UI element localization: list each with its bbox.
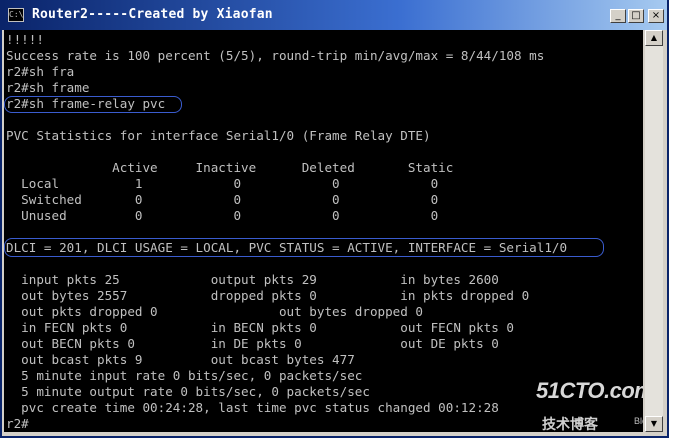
console-icon[interactable]: C:\ <box>8 8 24 22</box>
console-line: pvc create time 00:24:28, last time pvc … <box>6 400 499 415</box>
vertical-scrollbar[interactable]: ▲ ▼ <box>645 30 663 432</box>
console-line: 5 minute output rate 0 bits/sec, 0 packe… <box>6 384 370 399</box>
console-line: r2#sh fra <box>6 64 75 79</box>
console-line: Success rate is 100 percent (5/5), round… <box>6 48 545 63</box>
console-line: out bytes 2557 dropped pkts 0 in pkts dr… <box>6 288 530 303</box>
console-line: Local 1 0 0 0 <box>6 176 439 191</box>
title-bar[interactable]: C:\ Router2-----Created by Xiaofan _ □ × <box>2 0 667 30</box>
maximize-button[interactable]: □ <box>628 9 644 23</box>
console-line: out pkts dropped 0 out bytes dropped 0 <box>6 304 424 319</box>
console-line: 5 minute input rate 0 bits/sec, 0 packet… <box>6 368 363 383</box>
console-line: out BECN pkts 0 in DE pkts 0 out DE pkts… <box>6 336 499 351</box>
minimize-button[interactable]: _ <box>610 9 626 23</box>
close-button[interactable]: × <box>648 9 664 23</box>
console-line: in FECN pkts 0 in BECN pkts 0 out FECN p… <box>6 320 514 335</box>
scroll-up-icon[interactable]: ▲ <box>645 30 663 46</box>
console-line: Active Inactive Deleted Static <box>6 160 454 175</box>
command-highlight <box>4 96 182 113</box>
console-line: Switched 0 0 0 0 <box>6 192 439 207</box>
console-line: input pkts 25 output pkts 29 in bytes 26… <box>6 272 499 287</box>
watermark: 51CTO.com 技术博客 Blog <box>536 376 643 432</box>
console-line: r2# <box>6 416 29 431</box>
watermark-blog: Blog <box>634 416 643 426</box>
scroll-down-icon[interactable]: ▼ <box>645 416 663 432</box>
console-line: r2#sh frame <box>6 80 90 95</box>
console-line: out bcast pkts 9 out bcast bytes 477 <box>6 352 355 367</box>
console-line: Unused 0 0 0 0 <box>6 208 439 223</box>
dlci-highlight <box>4 238 604 257</box>
console-line: !!!!! <box>6 32 44 47</box>
window-title: Router2-----Created by Xiaofan <box>32 7 273 22</box>
watermark-logo: 51CTO.com <box>536 378 643 403</box>
terminal-output[interactable]: !!!!! Success rate is 100 percent (5/5),… <box>4 30 643 432</box>
watermark-subtitle: 技术博客 <box>542 417 598 432</box>
console-line: PVC Statistics for interface Serial1/0 (… <box>6 128 431 143</box>
